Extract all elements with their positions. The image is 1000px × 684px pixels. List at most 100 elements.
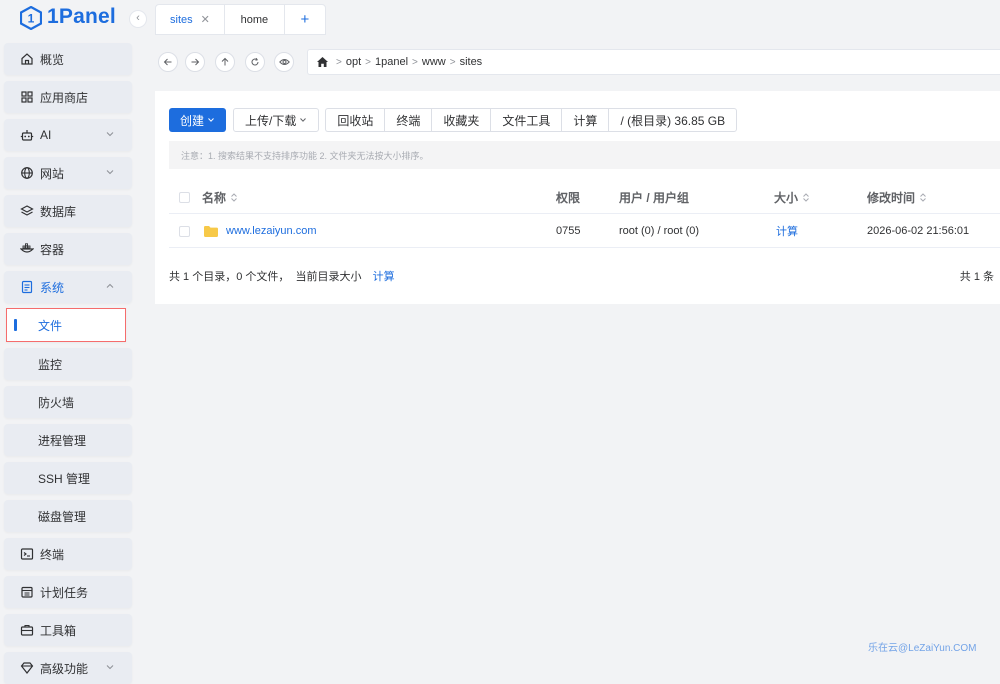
sidebar-item-label: SSH 管理 [38,471,91,486]
sidebar-item-system[interactable]: 系统 [4,271,132,303]
watermark: 乐在云@LeZaiYun.COM [868,643,977,654]
terminal-icon [20,547,34,561]
home-icon[interactable] [316,56,329,68]
column-modified[interactable]: 修改时间 [867,182,926,213]
sidebar-item-firewall[interactable]: 防火墙 [4,386,132,418]
chevron-down-icon [300,118,307,122]
breadcrumb-separator: > [412,56,418,68]
sidebar-item-label: 磁盘管理 [38,509,87,524]
sidebar-item-advanced[interactable]: 高级功能 [4,652,132,684]
tab-bar: sites ✕ home + [155,4,326,36]
arrow-left-icon [163,58,172,66]
file-owner[interactable]: root (0) / root (0) [619,215,699,247]
calculate-size-link[interactable]: 计算 [776,215,798,247]
sidebar-item-label: 网站 [40,166,65,181]
breadcrumb-segment[interactable]: 1panel [375,56,408,68]
file-name-link[interactable]: www.lezaiyun.com [226,225,316,237]
sidebar-item-disks[interactable]: 磁盘管理 [4,500,132,532]
file-permission[interactable]: 0755 [556,215,580,247]
tab-label: home [240,13,269,26]
up-button[interactable] [215,52,235,72]
plus-icon: + [300,11,310,28]
collapse-sidebar-button[interactable]: ‹ [129,10,147,28]
favorites-button[interactable]: 收藏夹 [431,108,491,132]
column-user: 用户 / 用户组 [619,191,690,205]
sidebar-item-label: 监控 [38,357,63,372]
file-browser-panel: 创建 上传/下载 回收站 终端 收藏夹 文件工具 计算 / (根目录) 36.8… [155,91,1000,304]
calculate-button[interactable]: 计算 [561,108,609,132]
logo[interactable]: 1 1Panel [0,0,140,38]
database-icon [20,204,34,218]
select-all-checkbox[interactable] [179,182,190,213]
calculate-directory-size-link[interactable]: 计算 [373,271,395,283]
toggle-hidden-button[interactable] [274,52,294,72]
home-icon [20,52,34,66]
system-icon [20,280,34,294]
table-row[interactable]: www.lezaiyun.com 0755 root (0) / root (0… [169,215,1000,248]
summary-text: 共 1 个目录，0 个文件， 当前目录大小 [169,271,362,283]
total-count: 共 1 条 [959,271,994,283]
sidebar: 1 1Panel ‹ 概览 应用商店 AI 网站 数据库 容器 系统 文件 监控… [0,0,147,684]
terminal-button[interactable]: 终端 [384,108,432,132]
container-icon [20,242,34,256]
sidebar-item-processes[interactable]: 进程管理 [4,424,132,456]
sidebar-item-label: 容器 [40,242,65,257]
sidebar-item-label: 数据库 [40,204,77,219]
upload-download-button[interactable]: 上传/下载 [233,108,320,132]
sidebar-item-database[interactable]: 数据库 [4,195,132,227]
breadcrumb-segment[interactable]: www [422,56,446,68]
disk-usage-button[interactable]: / (根目录) 36.85 GB [608,108,738,132]
sidebar-item-websites[interactable]: 网站 [4,157,132,189]
sidebar-item-terminal[interactable]: 终端 [4,538,132,570]
breadcrumb-segment[interactable]: opt [346,56,361,68]
column-name[interactable]: 名称 [202,182,237,213]
sidebar-item-overview[interactable]: 概览 [4,43,132,75]
path-breadcrumb[interactable]: > opt > 1panel > www > sites [307,49,1000,75]
sidebar-item-ssh[interactable]: SSH 管理 [4,462,132,494]
chevron-up-icon [106,283,114,288]
sidebar-item-label: 系统 [40,280,65,295]
refresh-button[interactable] [245,52,265,72]
sidebar-item-label: 防火墙 [38,395,75,410]
column-size[interactable]: 大小 [774,182,809,213]
sidebar-item-cron[interactable]: 计划任务 [4,576,132,608]
tab-home[interactable]: home [223,4,284,35]
sidebar-item-containers[interactable]: 容器 [4,233,132,265]
back-button[interactable] [158,52,178,72]
chevron-down-icon [106,170,114,175]
forward-button[interactable] [185,52,205,72]
file-toolbar: 创建 上传/下载 回收站 终端 收藏夹 文件工具 计算 / (根目录) 36.8… [169,108,738,132]
chevron-down-icon [208,118,214,122]
refresh-icon [251,57,259,66]
logo-text: 1Panel [47,5,116,28]
file-tools-button[interactable]: 文件工具 [490,108,562,132]
sidebar-item-label: 概览 [40,52,65,67]
file-name[interactable]: www.lezaiyun.com [204,215,316,247]
close-icon[interactable]: ✕ [201,13,210,26]
sidebar-item-label: 计划任务 [40,585,89,600]
sidebar-item-label: AI [40,128,52,142]
diamond-icon [20,661,34,675]
upload-download-label: 上传/下载 [245,113,297,128]
sidebar-item-toolbox[interactable]: 工具箱 [4,614,132,646]
sidebar-item-files[interactable]: 文件 [6,308,126,342]
sidebar-item-monitor[interactable]: 监控 [4,348,132,380]
sidebar-item-label: 应用商店 [40,90,89,105]
row-checkbox[interactable] [179,215,190,247]
grid-icon [20,90,34,104]
breadcrumb-separator: > [449,56,456,68]
calendar-icon [20,585,34,599]
add-tab-button[interactable]: + [283,4,326,35]
create-button[interactable]: 创建 [169,108,227,132]
sidebar-item-ai[interactable]: AI [4,119,132,151]
tab-label: sites [170,13,193,26]
tab-sites[interactable]: sites ✕ [155,4,224,35]
recycle-bin-button[interactable]: 回收站 [325,108,385,132]
sort-icon [231,193,237,202]
toolbox-icon [20,623,34,637]
svg-text:1: 1 [28,12,35,26]
sidebar-item-app-store[interactable]: 应用商店 [4,81,132,113]
breadcrumb-segment[interactable]: sites [460,56,483,68]
robot-icon [20,128,34,142]
sort-icon [920,193,926,202]
